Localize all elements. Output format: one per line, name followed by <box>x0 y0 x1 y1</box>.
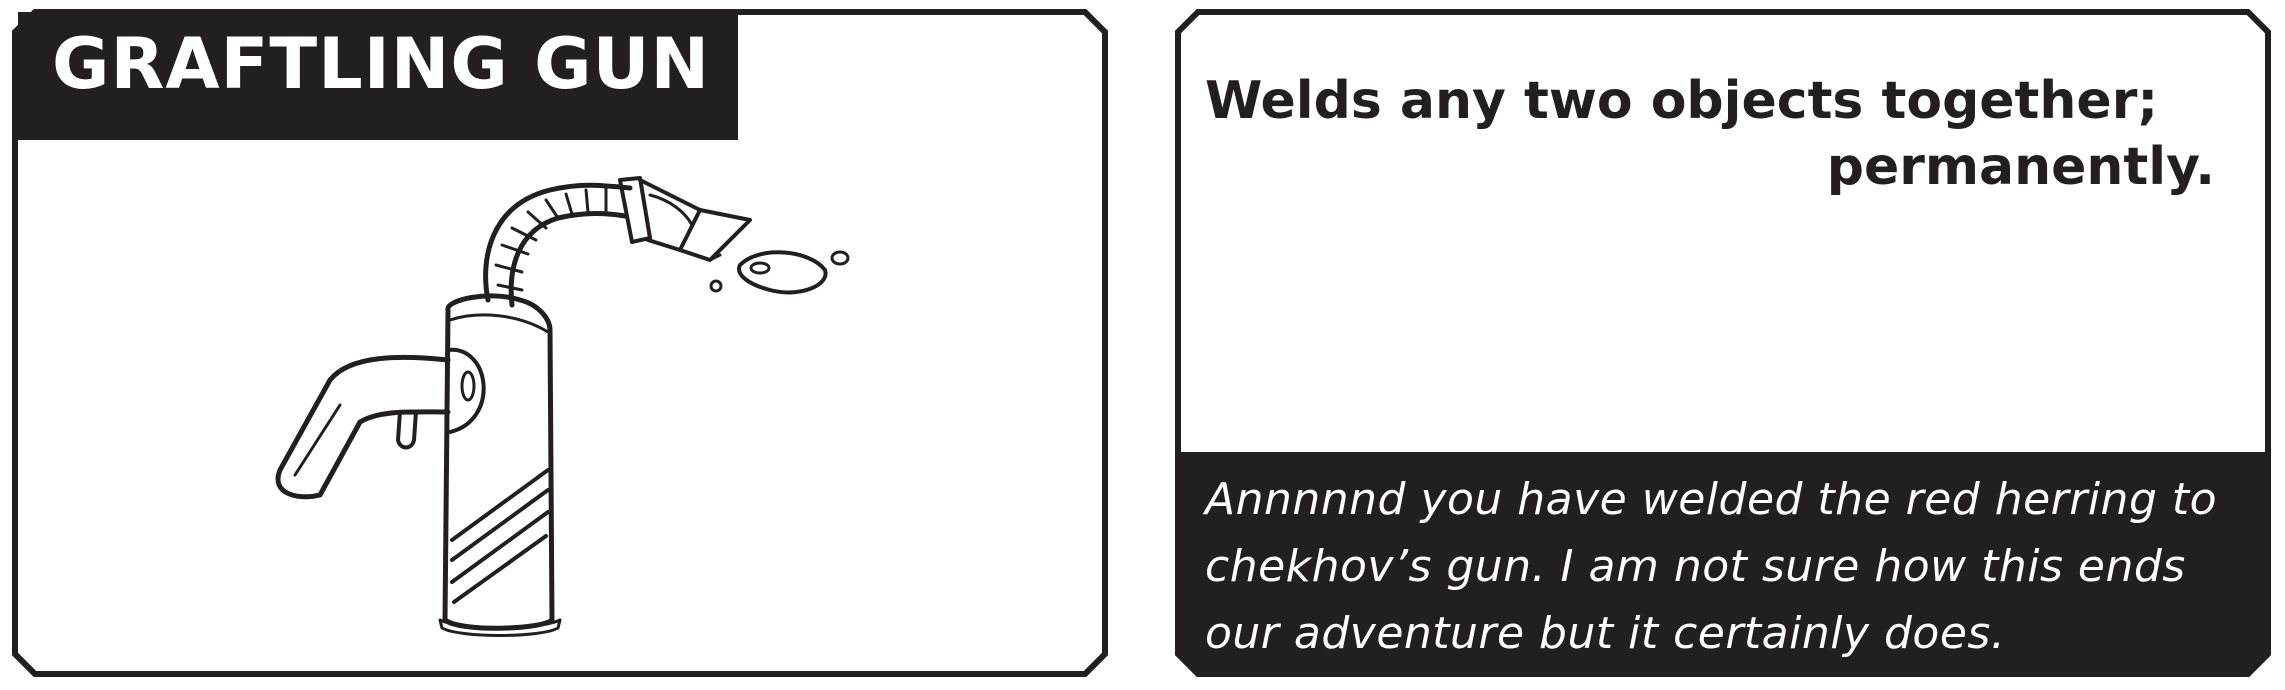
card-title: GRAFTLING GUN <box>52 23 711 105</box>
effect-line-1: Welds any two objects together; <box>1205 71 2159 131</box>
graftling-gun-illustration <box>275 176 850 637</box>
effect-text: Welds any two objects together; permanen… <box>1205 68 2215 200</box>
flavor-text: Annnnnd you have welded the red herring … <box>1205 474 2218 659</box>
effect-line-2: permanently. <box>1826 137 2215 197</box>
